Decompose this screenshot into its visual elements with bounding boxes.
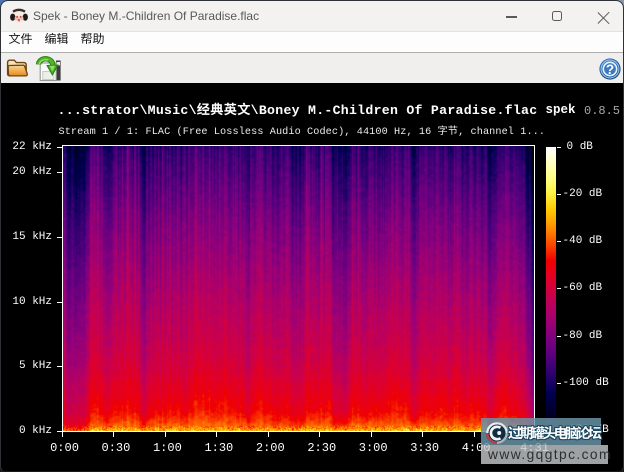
svg-text:?: ? — [606, 62, 614, 77]
